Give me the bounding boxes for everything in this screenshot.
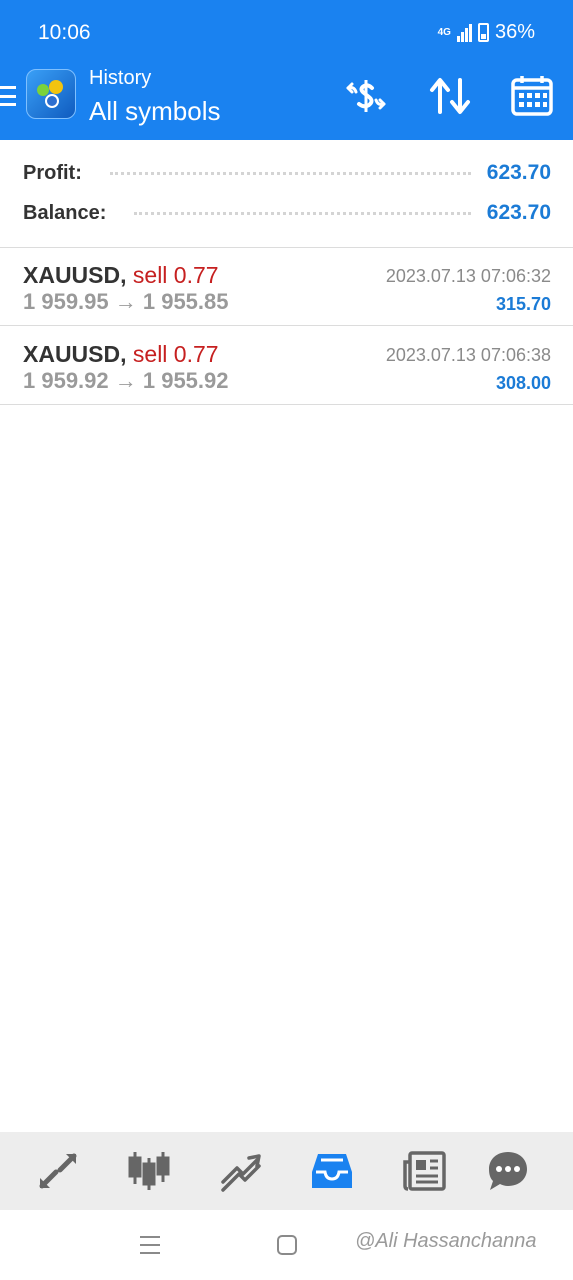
status-indicators: 4G 36% <box>438 21 535 44</box>
deposit-filter-icon[interactable] <box>344 74 388 118</box>
page-subtitle: History <box>89 67 152 89</box>
signal-icon <box>456 23 472 42</box>
app-header: 10:06 4G 36% History All symbols <box>0 0 573 140</box>
deal-prices: 1 959.95 → 1 955.85 <box>23 289 229 314</box>
deal-profit: 315.70 <box>495 294 551 314</box>
deal-row[interactable]: XAUUSD, sell 0.77 2023.07.13 07:06:32 1 … <box>0 248 573 326</box>
messages-icon[interactable] <box>486 1150 530 1192</box>
quotes-icon[interactable] <box>36 1150 80 1192</box>
dotted-leader <box>134 211 471 215</box>
deal-symbol: XAUUSD, sell 0.77 <box>23 262 219 289</box>
balance-row: Balance: 623.70 <box>23 198 551 228</box>
balance-label: Balance: <box>23 201 107 224</box>
deal-time: 2023.07.13 07:06:38 <box>385 345 551 365</box>
chart-icon[interactable] <box>127 1150 171 1192</box>
deal-profit: 308.00 <box>495 373 551 393</box>
recent-apps-button[interactable] <box>140 1236 160 1254</box>
deal-type: sell 0.77 <box>132 341 219 367</box>
profit-row: Profit: 623.70 <box>23 158 551 188</box>
watermark: @Ali Hassanchanna <box>355 1230 537 1252</box>
news-icon[interactable] <box>402 1150 446 1192</box>
bottom-navigation <box>0 1132 573 1210</box>
home-button[interactable] <box>277 1235 297 1255</box>
status-time: 10:06 <box>38 21 91 44</box>
battery-icon <box>477 23 489 42</box>
deal-time: 2023.07.13 07:06:32 <box>385 266 551 286</box>
deal-prices: 1 959.92 → 1 955.92 <box>23 368 229 393</box>
profit-value: 623.70 <box>486 161 551 184</box>
trade-icon[interactable] <box>219 1150 263 1192</box>
symbol-filter[interactable]: All symbols <box>89 96 220 127</box>
menu-icon[interactable] <box>0 86 16 106</box>
deal-symbol-name: XAUUSD, <box>23 341 127 367</box>
balance-value: 623.70 <box>486 201 551 224</box>
history-icon[interactable] <box>310 1150 354 1192</box>
app-logo <box>26 69 76 119</box>
dotted-leader <box>109 171 471 175</box>
profit-label: Profit: <box>23 161 82 184</box>
sort-icon[interactable] <box>428 74 472 118</box>
deal-type: sell 0.77 <box>132 262 219 288</box>
history-summary <box>0 140 573 248</box>
calendar-icon[interactable] <box>510 74 554 118</box>
network-label: 4G <box>437 27 451 38</box>
battery-percent: 36% <box>494 21 535 43</box>
deal-row[interactable]: XAUUSD, sell 0.77 2023.07.13 07:06:38 1 … <box>0 327 573 405</box>
system-navigation: @Ali Hassanchanna <box>0 1210 573 1280</box>
deal-symbol: XAUUSD, sell 0.77 <box>23 341 219 368</box>
deal-symbol-name: XAUUSD, <box>23 262 127 288</box>
